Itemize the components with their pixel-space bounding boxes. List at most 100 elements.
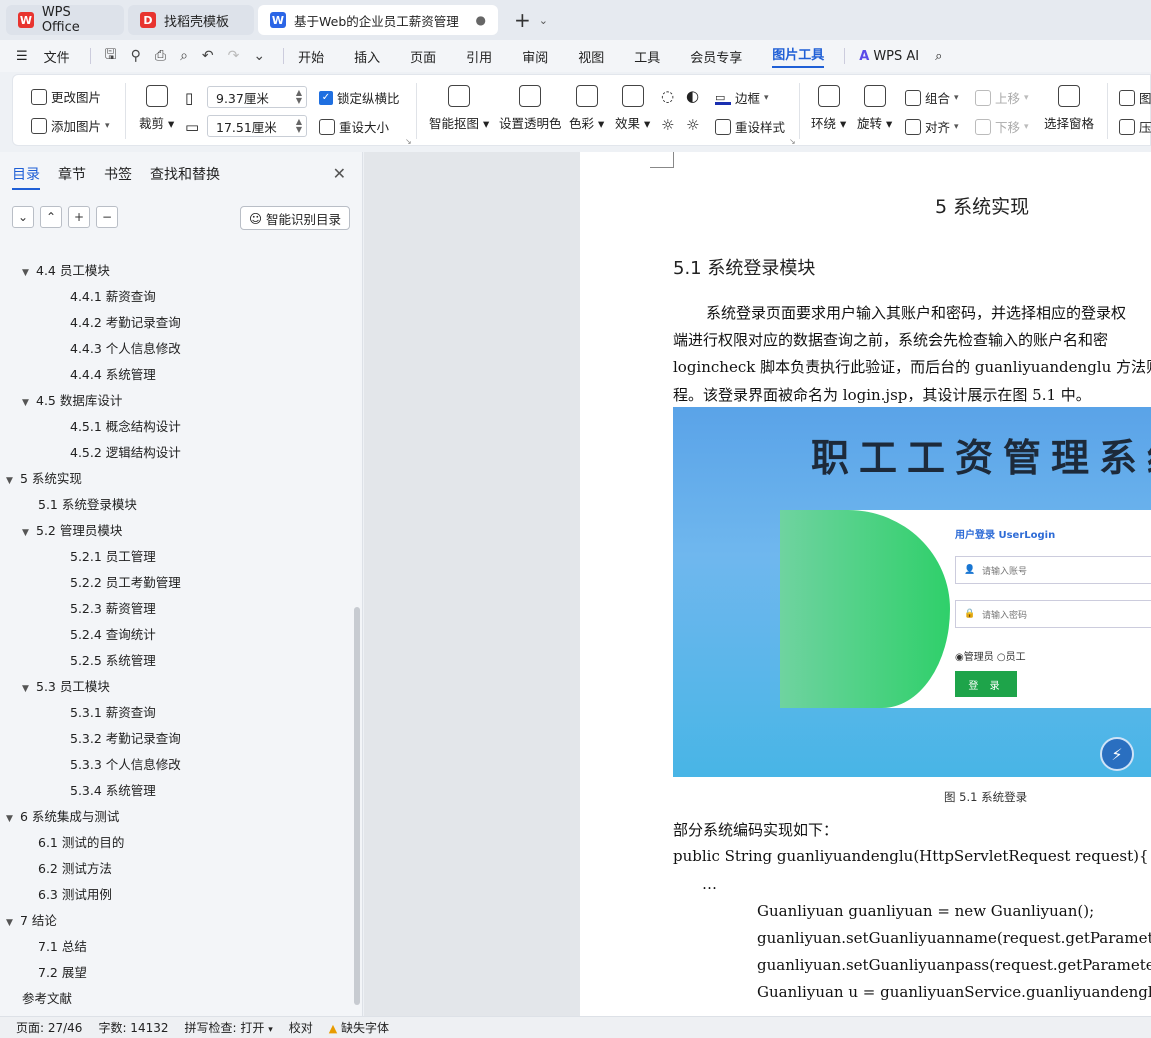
toc-item[interactable]: 5.2.2 员工考勤管理 — [70, 570, 181, 596]
undo-icon[interactable]: ↶ — [202, 48, 214, 64]
toc-item[interactable]: 5.1 系统登录模块 — [38, 492, 137, 518]
align-button[interactable]: 对齐 ▾ — [905, 117, 959, 136]
search-icon[interactable]: ⌕ — [935, 49, 942, 64]
color-button[interactable]: 色彩 ▾ — [569, 85, 604, 132]
expand-triangle-icon[interactable]: ▼ — [6, 468, 20, 494]
word-count[interactable]: 字数: 14132 — [98, 1019, 168, 1036]
toc-item[interactable]: ▼ 7 结论 — [6, 908, 57, 934]
crop-button[interactable]: 裁剪 ▾ — [139, 85, 174, 132]
toc-item[interactable]: 6.3 测试用例 — [38, 882, 112, 908]
contrast-down-icon[interactable]: ☼ — [686, 116, 699, 134]
reset-size-button[interactable]: 重设大小 — [319, 117, 389, 136]
expand-triangle-icon[interactable]: ▼ — [6, 806, 20, 832]
toc-item[interactable]: 4.5.1 概念结构设计 — [70, 414, 181, 440]
menu-tab-home[interactable]: 开始 — [298, 47, 324, 66]
brightness-icon[interactable]: ☼ — [661, 116, 674, 134]
picture-to-text-button[interactable]: 图 — [1119, 88, 1151, 107]
file-menu[interactable]: 文件 — [44, 47, 70, 66]
expand-triangle-icon[interactable]: ▼ — [22, 676, 36, 702]
brightness-up-icon[interactable]: ◌ — [661, 87, 674, 105]
width-stepper[interactable]: 9.37厘米 ▲ ▼ — [207, 86, 307, 108]
change-image-button[interactable]: 更改图片 — [31, 87, 101, 106]
group-button[interactable]: 组合 ▾ — [905, 88, 959, 107]
lock-ratio-checkbox[interactable]: ✓ 锁定纵横比 — [319, 88, 400, 107]
reset-style-button[interactable]: 重设样式 — [715, 117, 785, 136]
menu-tab-tools[interactable]: 工具 — [634, 47, 660, 66]
toc-item[interactable]: 4.4.3 个人信息修改 — [70, 336, 181, 362]
nav-tab-toc[interactable]: 目录 — [12, 164, 40, 190]
stepper-arrows-icon[interactable]: ▲ ▼ — [296, 118, 302, 134]
nav-tab-bookmark[interactable]: 书签 — [104, 164, 132, 190]
stepper-arrows-icon[interactable]: ▲ ▼ — [296, 89, 302, 105]
toc-item[interactable]: 5.3.3 个人信息修改 — [70, 752, 181, 778]
close-icon[interactable]: ✕ — [333, 164, 346, 183]
menu-tab-picture-tools[interactable]: 图片工具 — [772, 44, 825, 68]
toc-item[interactable]: 4.4.4 系统管理 — [70, 362, 156, 388]
add-image-button[interactable]: 添加图片 ▾ — [31, 116, 110, 135]
hamburger-icon[interactable]: ☰ — [16, 49, 28, 64]
toc-item[interactable]: ▼ 4.4 员工模块 — [22, 258, 110, 284]
toc-item[interactable]: 5.2.5 系统管理 — [70, 648, 156, 674]
menu-tab-view[interactable]: 视图 — [578, 47, 604, 66]
toc-item[interactable]: 7.2 展望 — [38, 960, 87, 986]
proofread-button[interactable]: 校对 — [289, 1019, 313, 1036]
toc-item[interactable]: 6.1 测试的目的 — [38, 830, 124, 856]
expand-triangle-icon[interactable]: ▼ — [22, 390, 36, 416]
toc-item[interactable]: 5.3.2 考勤记录查询 — [70, 726, 181, 752]
login-screenshot-figure[interactable]: 职工工资管理系统 用户登录 UserLogin 👤 请输入账号 🔒 请输入密码 … — [673, 407, 1151, 777]
wps-ai-button[interactable]: A WPS AI — [859, 49, 919, 64]
spell-check-toggle[interactable]: 拼写检查: 打开 ▾ — [185, 1019, 273, 1036]
missing-font-button[interactable]: ▲ 缺失字体 — [329, 1019, 389, 1036]
move-down-button[interactable]: 下移 ▾ — [975, 117, 1029, 136]
menu-tab-page[interactable]: 页面 — [410, 47, 436, 66]
wrap-button[interactable]: 环绕 ▾ — [811, 85, 846, 132]
toc-item[interactable]: ▼ 6 系统集成与测试 — [6, 804, 119, 830]
expand-triangle-icon[interactable]: ▼ — [6, 910, 20, 936]
dialog-launcher-icon[interactable]: ↘ — [405, 137, 412, 146]
save-icon[interactable]: 🖫 — [105, 44, 117, 68]
tab-close-dot-icon[interactable]: ● — [476, 13, 486, 27]
redo-icon[interactable]: ↷ — [228, 48, 240, 64]
print-preview-icon[interactable]: ⌕ — [180, 48, 188, 64]
menu-tab-reference[interactable]: 引用 — [466, 47, 492, 66]
minus-icon[interactable]: − — [96, 206, 118, 228]
toc-item[interactable]: 4.4.2 考勤记录查询 — [70, 310, 181, 336]
nav-tab-find-replace[interactable]: 查找和替换 — [150, 164, 220, 190]
collapse-up-icon[interactable]: ⌃ — [40, 206, 62, 228]
toc-item[interactable]: 4.3.5 系统管理 — [70, 244, 156, 246]
selection-pane-button[interactable]: 选择窗格 — [1044, 85, 1094, 132]
dialog-launcher-icon[interactable]: ↘ — [789, 137, 796, 146]
toc-item[interactable]: 5.2.4 查询统计 — [70, 622, 156, 648]
toc-item[interactable]: ▼ 5.2 管理员模块 — [22, 518, 122, 544]
expand-triangle-icon[interactable]: ▼ — [22, 520, 36, 546]
page-indicator[interactable]: 页面: 27/46 — [16, 1019, 82, 1036]
rotate-button[interactable]: 旋转 ▾ — [857, 85, 892, 132]
format-painter-icon[interactable]: ⚲ — [131, 48, 141, 64]
toc-item[interactable]: 5.2.1 员工管理 — [70, 544, 156, 570]
menu-tab-review[interactable]: 审阅 — [522, 47, 548, 66]
toc-item[interactable]: 5.3.1 薪资查询 — [70, 700, 156, 726]
toc-item[interactable]: 6.2 测试方法 — [38, 856, 112, 882]
more-chevron-icon[interactable]: ⌄ — [253, 48, 265, 64]
toc-item[interactable]: ▼ 5.3 员工模块 — [22, 674, 110, 700]
toc-item[interactable]: ▼ 5 系统实现 — [6, 466, 82, 492]
effects-button[interactable]: 效果 ▾ — [615, 85, 650, 132]
toc-item[interactable]: 5.2.3 薪资管理 — [70, 596, 156, 622]
document-page[interactable]: 5 系统实现 5.1 系统登录模块 系统登录页面要求用户输入其账户和密码，并选择… — [580, 152, 1151, 1016]
tab-template[interactable]: D 找稻壳模板 — [128, 5, 254, 35]
toc-item[interactable]: 7.1 总结 — [38, 934, 87, 960]
contrast-icon[interactable]: ◐ — [686, 87, 699, 105]
smart-toc-button[interactable]: ☺ 智能识别目录 — [239, 206, 350, 230]
print-icon[interactable]: ⎙ — [155, 48, 166, 64]
new-tab-icon[interactable]: + — [514, 8, 531, 32]
tab-document[interactable]: W 基于Web的企业员工薪资管理 ● — [258, 5, 498, 35]
toc-scrollbar[interactable] — [354, 607, 360, 1005]
chevron-down-icon[interactable]: ⌄ — [539, 14, 548, 27]
smart-matting-button[interactable]: 智能抠图 ▾ — [429, 85, 489, 132]
toc-item[interactable]: 5.3.4 系统管理 — [70, 778, 156, 804]
toc-item[interactable]: 参考文献 — [22, 986, 72, 1010]
add-icon[interactable]: + — [68, 206, 90, 228]
border-button[interactable]: ▭ 边框 ▾ — [715, 88, 769, 107]
expand-down-icon[interactable]: ⌄ — [12, 206, 34, 228]
tab-wps-office[interactable]: W WPS Office — [6, 5, 124, 35]
